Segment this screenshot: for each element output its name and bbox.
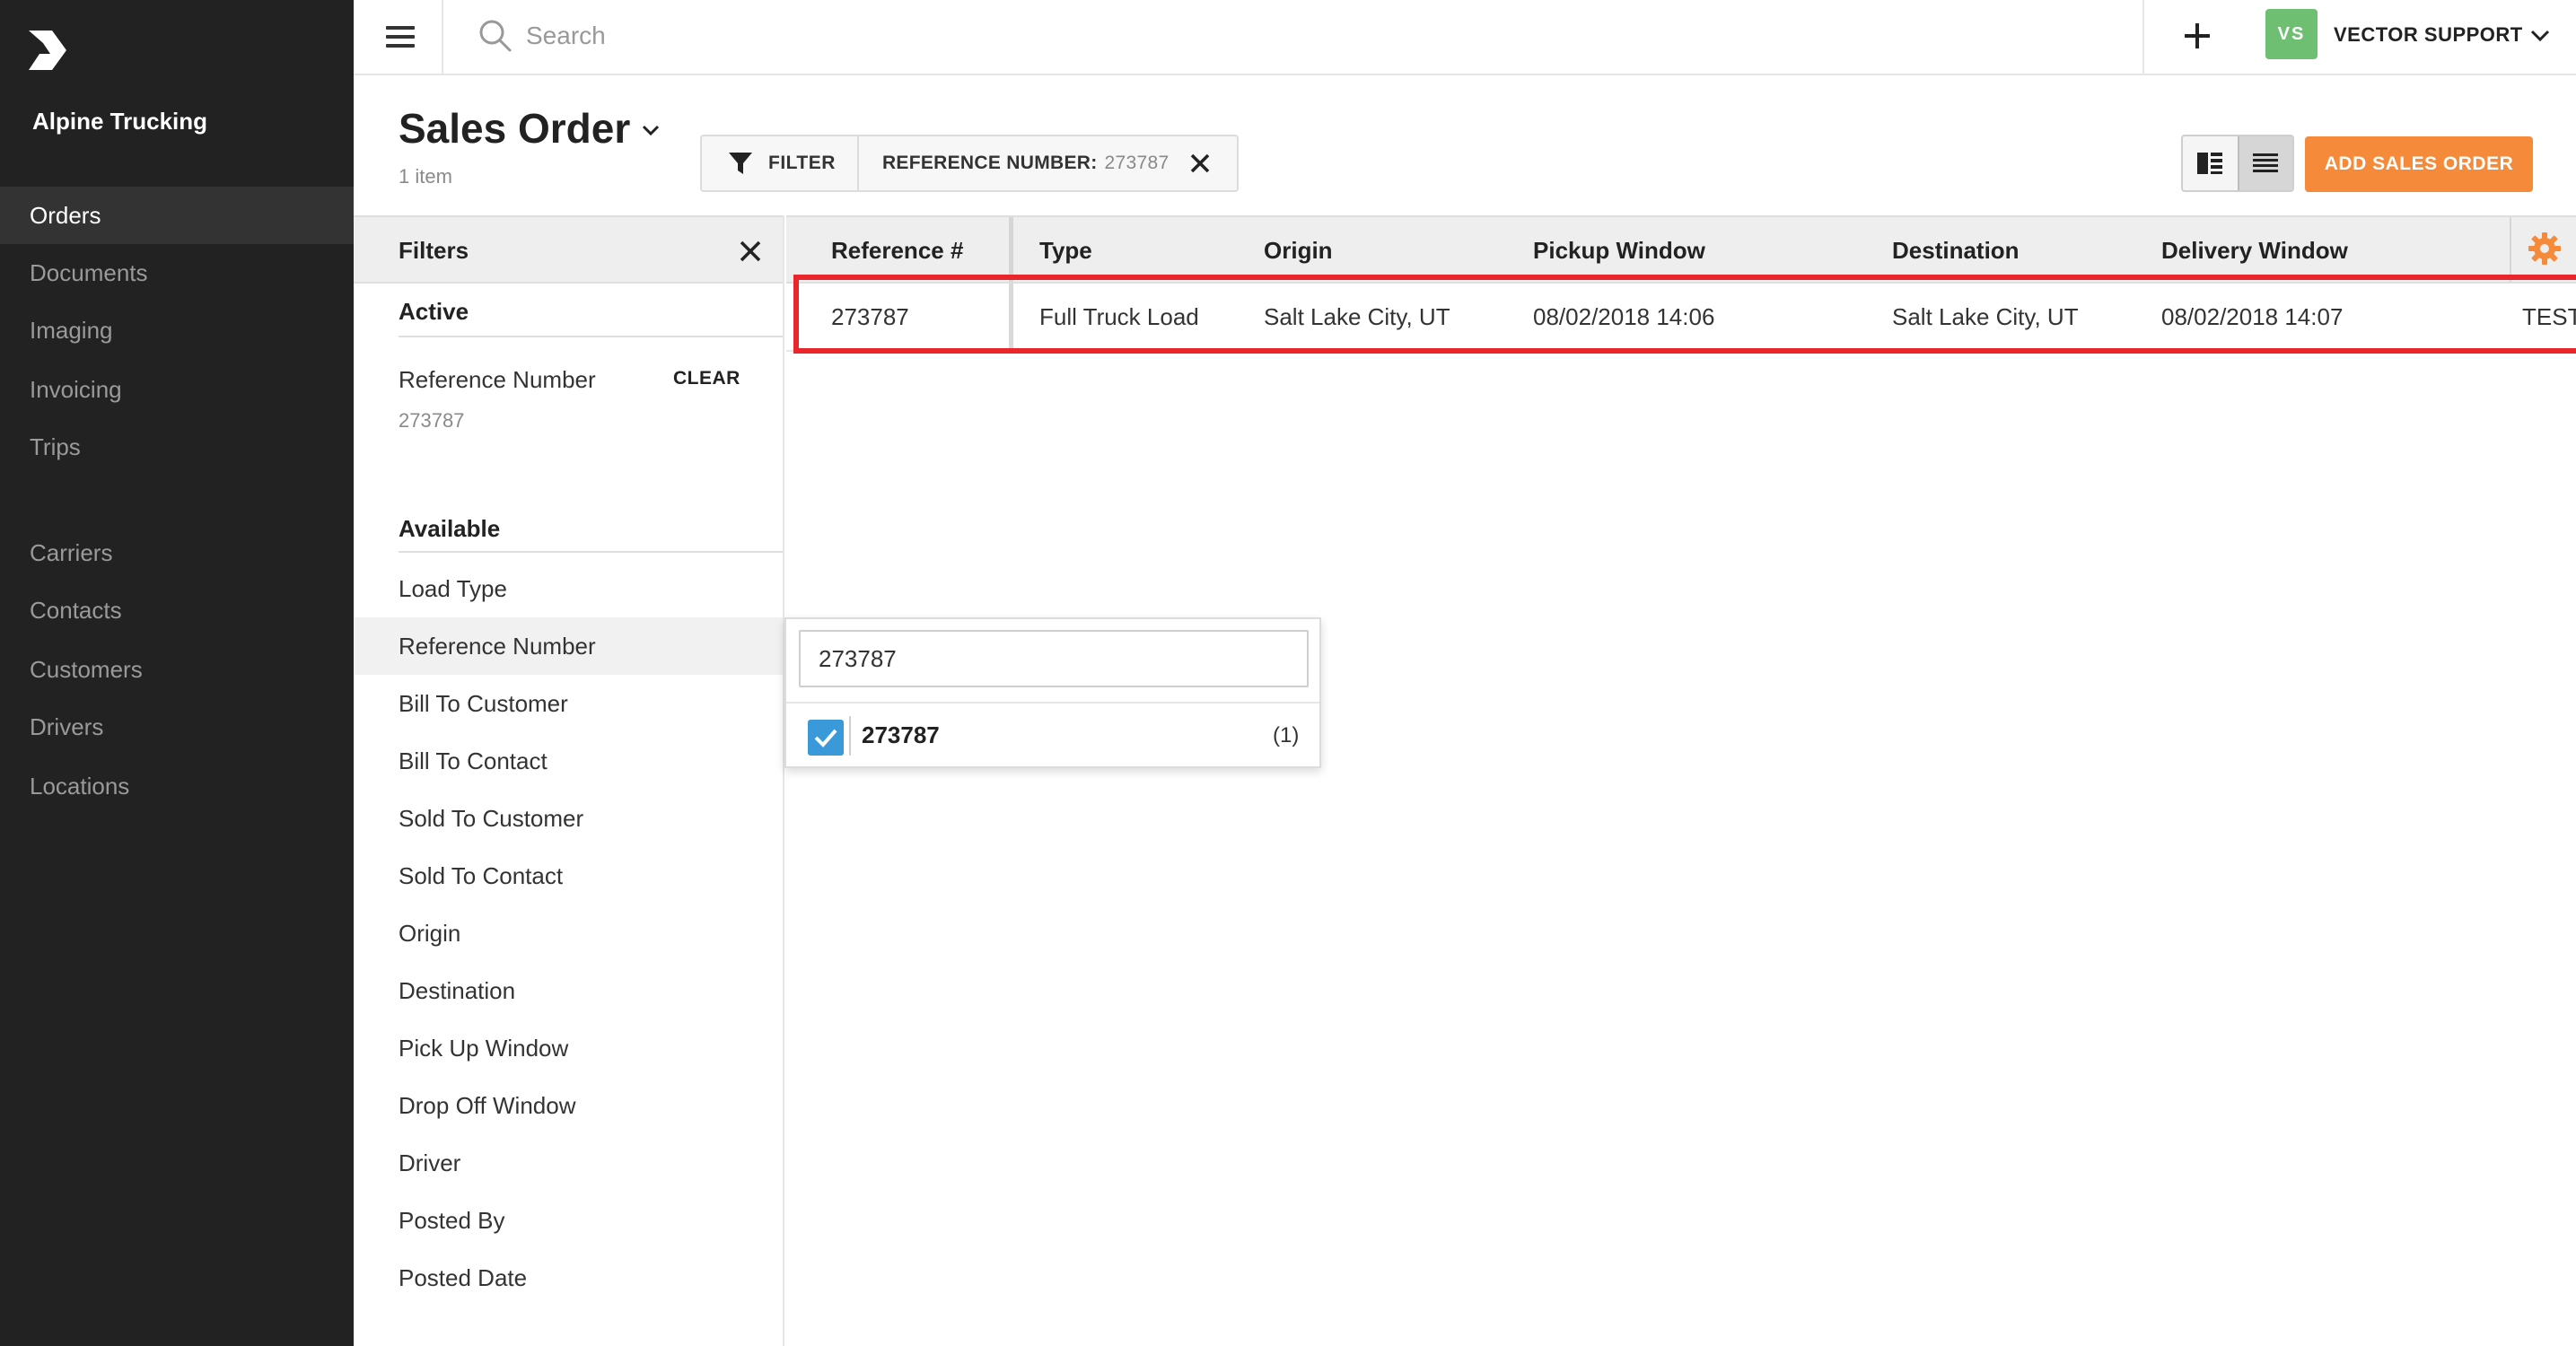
add-icon[interactable] bbox=[2177, 16, 2217, 56]
list-view-button[interactable] bbox=[2237, 136, 2292, 190]
sidebar-item-documents[interactable]: Documents bbox=[0, 244, 354, 302]
available-section-title: Available bbox=[399, 515, 501, 542]
divider bbox=[2142, 0, 2144, 74]
logo-icon[interactable] bbox=[27, 29, 68, 72]
active-filter-value: 273787 bbox=[399, 409, 465, 432]
gear-icon bbox=[2528, 232, 2561, 265]
divider bbox=[1009, 284, 1013, 350]
sidebar-item-orders[interactable]: Orders bbox=[0, 187, 354, 244]
sidebar-item-contacts[interactable]: Contacts bbox=[0, 581, 354, 639]
clear-filter-button[interactable]: CLEAR bbox=[673, 368, 740, 389]
cell-extra: TEST bbox=[2522, 303, 2576, 330]
filter-option-driver[interactable]: Driver bbox=[354, 1134, 783, 1192]
page-title[interactable]: Sales Order bbox=[399, 104, 630, 153]
active-filter-chip[interactable]: REFERENCE NUMBER: 273787 bbox=[859, 136, 1238, 190]
chip-label: REFERENCE NUMBER: bbox=[881, 153, 1098, 173]
cell-reference: 273787 bbox=[831, 303, 909, 330]
sidebar-item-locations[interactable]: Locations bbox=[0, 757, 354, 815]
list-view-icon bbox=[2253, 153, 2279, 172]
hamburger-icon bbox=[386, 35, 415, 39]
filter-option-pick-up-window[interactable]: Pick Up Window bbox=[354, 1019, 783, 1077]
divider bbox=[399, 336, 783, 337]
active-section-title: Active bbox=[399, 298, 469, 325]
column-header-type[interactable]: Type bbox=[1039, 237, 1092, 265]
active-filter-name: Reference Number bbox=[399, 366, 596, 393]
filter-option-destination[interactable]: Destination bbox=[354, 962, 783, 1019]
filter-value-popover: 273787 (1) bbox=[784, 617, 1321, 768]
filter-option-load-type[interactable]: Load Type bbox=[354, 560, 783, 617]
search-icon bbox=[479, 20, 512, 52]
filter-button[interactable]: FILTER bbox=[702, 136, 859, 190]
sidebar-item-drivers[interactable]: Drivers bbox=[0, 698, 354, 756]
filters-header: Filters bbox=[354, 215, 783, 284]
filter-option-origin[interactable]: Origin bbox=[354, 905, 783, 962]
filter-option-sold-to-contact[interactable]: Sold To Contact bbox=[354, 847, 783, 905]
sidebar-item-carriers[interactable]: Carriers bbox=[0, 524, 354, 581]
column-header-origin[interactable]: Origin bbox=[1264, 237, 1333, 265]
filters-title: Filters bbox=[399, 237, 469, 264]
close-icon[interactable] bbox=[1188, 152, 1212, 175]
user-name[interactable]: VECTOR SUPPORT bbox=[2334, 23, 2523, 47]
filter-value-option[interactable]: 273787 (1) bbox=[786, 704, 1319, 768]
search-input[interactable] bbox=[524, 14, 1332, 57]
cell-pickup-window: 08/02/2018 14:06 bbox=[1533, 303, 1715, 330]
checkbox[interactable] bbox=[808, 720, 844, 756]
cell-type: Full Truck Load bbox=[1039, 303, 1199, 330]
top-bar: VS VECTOR SUPPORT bbox=[354, 0, 2576, 75]
sidebar-item-customers[interactable]: Customers bbox=[0, 641, 354, 698]
table-row[interactable]: 273787 Full Truck Load Salt Lake City, U… bbox=[786, 284, 2576, 352]
filters-panel: Filters Active Reference Number CLEAR 27… bbox=[354, 215, 784, 1346]
cell-destination: Salt Lake City, UT bbox=[1892, 303, 2079, 330]
column-header-pickup-window[interactable]: Pickup Window bbox=[1533, 237, 1705, 265]
check-icon bbox=[814, 729, 837, 747]
option-label: 273787 bbox=[862, 721, 940, 748]
filter-option-sold-to-customer[interactable]: Sold To Customer bbox=[354, 790, 783, 847]
column-settings-button[interactable] bbox=[2510, 217, 2576, 282]
split-view-icon bbox=[2197, 153, 2223, 174]
hamburger-icon bbox=[386, 26, 415, 30]
filter-button-label: FILTER bbox=[768, 153, 836, 173]
chip-value: 273787 bbox=[1104, 153, 1170, 173]
table-header: Reference # Type Origin Pickup Window De… bbox=[786, 215, 2576, 284]
split-view-button[interactable] bbox=[2183, 136, 2238, 190]
option-count: (1) bbox=[1273, 723, 1300, 747]
divider bbox=[849, 716, 851, 756]
menu-button[interactable] bbox=[354, 0, 443, 74]
filter-option-drop-off-window[interactable]: Drop Off Window bbox=[354, 1077, 783, 1134]
sidebar: Alpine Trucking Orders Documents Imaging… bbox=[0, 0, 354, 1346]
view-toggle bbox=[2181, 135, 2294, 192]
filter-option-posted-date[interactable]: Posted Date bbox=[354, 1249, 783, 1307]
filter-option-bill-to-customer[interactable]: Bill To Customer bbox=[354, 675, 783, 732]
company-name: Alpine Trucking bbox=[32, 108, 208, 135]
filter-option-reference-number[interactable]: Reference Number bbox=[354, 617, 783, 675]
column-header-destination[interactable]: Destination bbox=[1892, 237, 2020, 265]
cell-origin: Salt Lake City, UT bbox=[1264, 303, 1450, 330]
chevron-down-icon[interactable] bbox=[639, 118, 662, 142]
add-sales-order-button[interactable]: ADD SALES ORDER bbox=[2305, 136, 2533, 192]
column-resize-handle[interactable] bbox=[1009, 217, 1013, 282]
sidebar-item-trips[interactable]: Trips bbox=[0, 418, 354, 476]
sidebar-item-invoicing[interactable]: Invoicing bbox=[0, 361, 354, 418]
filter-bar: FILTER REFERENCE NUMBER: 273787 bbox=[700, 135, 1240, 192]
cell-delivery-window: 08/02/2018 14:07 bbox=[2161, 303, 2344, 330]
funnel-icon bbox=[729, 153, 752, 174]
column-header-delivery-window[interactable]: Delivery Window bbox=[2161, 237, 2348, 265]
avatar[interactable]: VS bbox=[2265, 9, 2318, 59]
close-icon[interactable] bbox=[738, 239, 763, 264]
hamburger-icon bbox=[386, 44, 415, 48]
sidebar-item-imaging[interactable]: Imaging bbox=[0, 302, 354, 359]
column-header-reference[interactable]: Reference # bbox=[831, 237, 963, 265]
filter-option-bill-to-contact[interactable]: Bill To Contact bbox=[354, 732, 783, 790]
divider bbox=[399, 551, 783, 553]
item-count: 1 item bbox=[399, 165, 452, 188]
filter-value-input[interactable] bbox=[799, 630, 1309, 687]
filter-option-posted-by[interactable]: Posted By bbox=[354, 1192, 783, 1249]
chevron-down-icon[interactable] bbox=[2528, 23, 2553, 48]
